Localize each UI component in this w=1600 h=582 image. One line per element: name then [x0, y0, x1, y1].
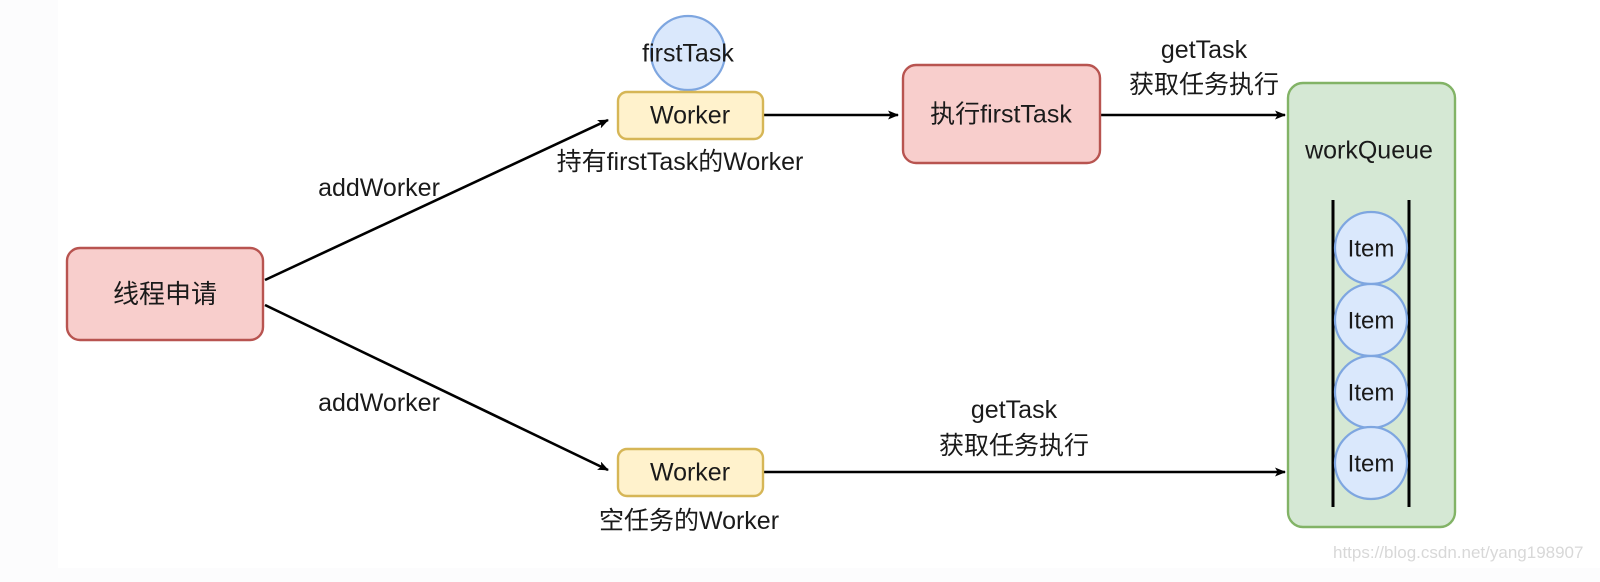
edge-label-add-worker-top: addWorker	[318, 174, 440, 202]
edge-label-get-task-top-line2: 获取任务执行	[1129, 71, 1279, 99]
queue-item-label: Item	[1348, 379, 1395, 406]
diagram-canvas: 线程申请 firstTask Worker 持有firstTask的Worker…	[0, 0, 1600, 582]
edge-label-get-task-bottom-line1: getTask	[971, 396, 1058, 424]
node-first-task-label: firstTask	[642, 40, 734, 68]
node-exec-first-task-label: 执行firstTask	[930, 101, 1072, 129]
node-worker-bottom-label: Worker	[650, 459, 730, 487]
queue-item-label: Item	[1348, 307, 1395, 334]
node-worker-bottom[interactable]: Worker	[616, 447, 765, 498]
queue-item-0[interactable]: Item	[1333, 210, 1409, 286]
queue-item-label: Item	[1348, 450, 1395, 477]
edge-label-get-task-bottom-line2: 获取任务执行	[939, 432, 1089, 460]
node-worker-top-label: Worker	[650, 102, 730, 130]
queue-item-3[interactable]: Item	[1333, 425, 1409, 501]
edge-label-get-task-top-line1: getTask	[1161, 36, 1248, 64]
watermark: https://blog.csdn.net/yang198907	[1333, 543, 1583, 562]
node-thread-request[interactable]: 线程申请	[65, 246, 265, 342]
edge-label-add-worker-bottom: addWorker	[318, 389, 440, 417]
node-worker-top[interactable]: Worker	[616, 90, 765, 141]
node-work-queue-label: workQueue	[1304, 137, 1433, 165]
edge-thread-request-to-worker-bottom	[264, 303, 609, 472]
node-work-queue[interactable]: workQueue Item Item Item Item	[1286, 81, 1457, 529]
node-first-task-circle[interactable]: firstTask	[642, 14, 734, 92]
caption-worker-top: 持有firstTask的Worker	[557, 148, 804, 176]
node-thread-request-label: 线程申请	[113, 279, 217, 309]
flowchart-svg: 线程申请 firstTask Worker 持有firstTask的Worker…	[65, 14, 1583, 562]
queue-item-label: Item	[1348, 235, 1395, 262]
queue-item-2[interactable]: Item	[1333, 354, 1409, 430]
node-exec-first-task[interactable]: 执行firstTask	[901, 63, 1102, 165]
caption-worker-bottom: 空任务的Worker	[599, 507, 779, 535]
queue-item-1[interactable]: Item	[1333, 282, 1409, 358]
